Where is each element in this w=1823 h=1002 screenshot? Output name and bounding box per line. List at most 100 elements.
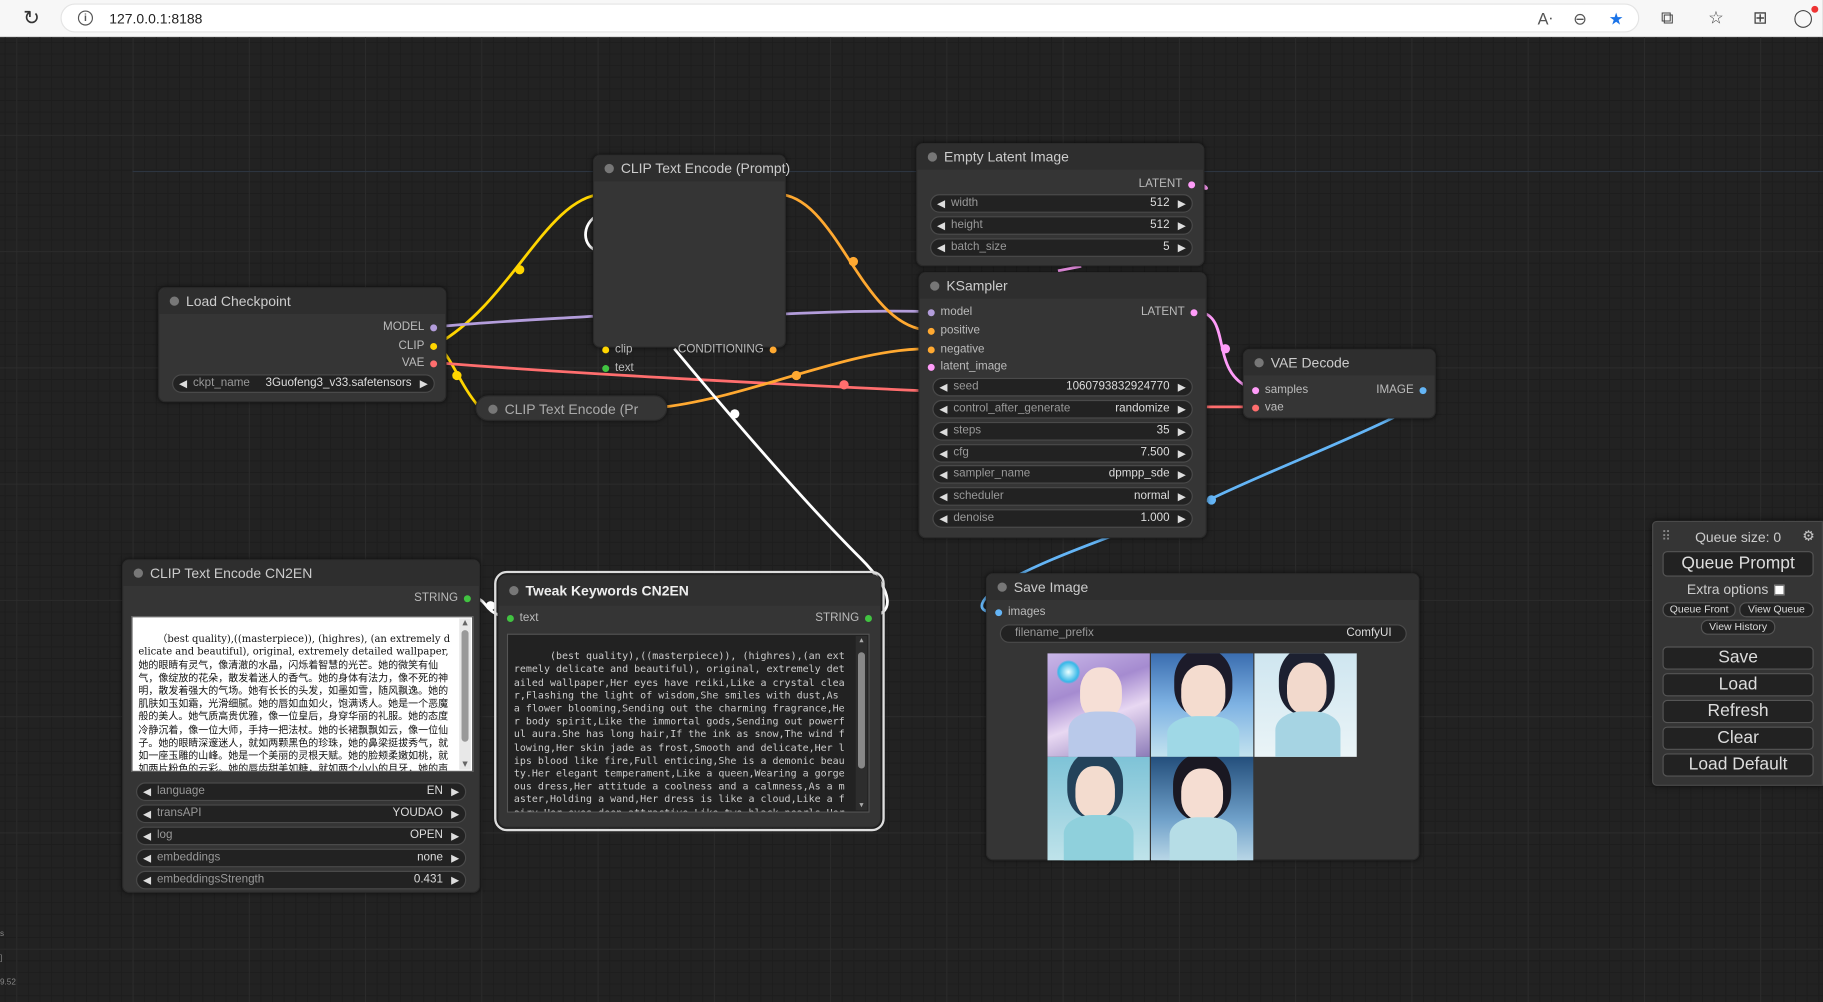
- prompt-textarea[interactable]: （best quality),((masterpiece)), (highres…: [131, 616, 474, 772]
- extra-options-label: Extra options: [1686, 581, 1769, 598]
- widget-ckpt-name[interactable]: ◀ ckpt_name 3Guofeng3_v33.safetensors ▶: [172, 374, 435, 393]
- queue-size: Queue size: 0: [1695, 528, 1782, 546]
- node-load-checkpoint[interactable]: Load Checkpoint MODEL CLIP VAE ◀ ckpt_nam…: [158, 287, 447, 403]
- widget-seed[interactable]: ◀ seed 1060793832924770 ▶: [932, 377, 1193, 397]
- output-image-4[interactable]: [1047, 756, 1150, 861]
- browser-toolbar: ↻ i 127.0.0.1:8188 Aᐧ ⊖ ★ ⧉ ☆ ⊞ ◯: [0, 0, 1823, 38]
- favorite-star-icon[interactable]: ★: [1606, 8, 1627, 29]
- output-latent[interactable]: LATENT: [1139, 178, 1199, 192]
- input-latent-image[interactable]: latent_image: [924, 360, 1007, 374]
- input-text[interactable]: text: [599, 362, 634, 376]
- refresh-button[interactable]: Refresh: [1662, 699, 1814, 724]
- widget-embeddings-strength[interactable]: ◀ embeddingsStrength 0.431 ▶: [136, 870, 467, 890]
- save-button[interactable]: Save: [1662, 646, 1814, 670]
- node-empty-latent-image[interactable]: Empty Latent Image LATENT ◀ width 512 ▶ ◀ he…: [916, 142, 1205, 267]
- collapse-dot[interactable]: [509, 585, 519, 596]
- notification-dot: [1811, 5, 1819, 13]
- input-negative[interactable]: negative: [924, 343, 985, 357]
- tweak-textarea[interactable]: (best quality),((masterpiece)), (highres…: [506, 633, 870, 813]
- collapse-dot[interactable]: [997, 582, 1007, 592]
- input-model[interactable]: model: [924, 306, 972, 320]
- input-positive[interactable]: positive: [924, 324, 980, 338]
- load-default-button[interactable]: Load Default: [1662, 753, 1814, 777]
- widget-batch-size[interactable]: ◀ batch_size 5 ▶: [930, 238, 1193, 257]
- queue-front-button[interactable]: Queue Front: [1662, 602, 1736, 618]
- output-vae[interactable]: VAE: [402, 357, 441, 371]
- output-image-5[interactable]: [1150, 756, 1254, 861]
- node-title: CLIP Text Encode (Pr: [504, 401, 639, 418]
- collapse-dot[interactable]: [133, 568, 143, 578]
- stats-line-3: 9.52: [0, 978, 16, 988]
- output-conditioning[interactable]: CONDITIONING: [678, 343, 780, 357]
- view-queue-button[interactable]: View Queue: [1739, 602, 1814, 618]
- output-image-2[interactable]: [1150, 653, 1254, 757]
- output-image-3[interactable]: [1254, 653, 1357, 757]
- favorites-icon[interactable]: ☆: [1704, 7, 1727, 30]
- reload-icon[interactable]: ↻: [20, 7, 43, 30]
- collapse-dot[interactable]: [930, 281, 940, 291]
- collapse-dot[interactable]: [488, 404, 498, 414]
- widget-control-after-generate[interactable]: ◀ control_after_generate randomize ▶: [932, 399, 1193, 419]
- drag-handle-icon[interactable]: ⠿: [1661, 529, 1670, 544]
- gear-icon[interactable]: ⚙: [1802, 528, 1815, 544]
- textarea-scrollbar[interactable]: ▲ ▼: [459, 618, 471, 770]
- input-vae[interactable]: vae: [1249, 401, 1284, 415]
- node-title: Empty Latent Image: [944, 148, 1069, 166]
- output-image[interactable]: IMAGE: [1376, 384, 1430, 398]
- collections-icon[interactable]: ⊞: [1749, 7, 1772, 30]
- url-text[interactable]: 127.0.0.1:8188: [109, 10, 202, 26]
- address-bar[interactable]: i 127.0.0.1:8188 Aᐧ ⊖ ★: [60, 3, 1640, 33]
- node-clip-text-encode-cn2en[interactable]: CLIP Text Encode CN2EN STRING （best qual…: [122, 559, 481, 893]
- node-save-image[interactable]: Save Image images filename_prefix ComfyUI: [985, 573, 1420, 861]
- widget-log[interactable]: ◀ log OPEN ▶: [136, 826, 467, 846]
- input-clip[interactable]: clip: [599, 343, 632, 357]
- stats-line-1: s: [0, 930, 5, 939]
- widget-scheduler[interactable]: ◀ scheduler normal ▶: [932, 487, 1193, 506]
- widget-transapi[interactable]: ◀ transAPI YOUDAO ▶: [136, 804, 467, 824]
- widget-embeddings[interactable]: ◀ embeddings none ▶: [136, 848, 467, 868]
- collapse-dot[interactable]: [927, 152, 938, 162]
- output-clip[interactable]: CLIP: [398, 339, 440, 353]
- widget-cfg[interactable]: ◀ cfg 7.500 ▶: [932, 444, 1193, 463]
- input-text[interactable]: text: [503, 612, 538, 626]
- widget-sampler-name[interactable]: ◀ sampler_name dpmpp_sde ▶: [932, 465, 1193, 484]
- site-info-icon[interactable]: i: [77, 10, 94, 26]
- widget-language[interactable]: ◀ language EN ▶: [136, 782, 467, 802]
- extra-options-checkbox[interactable]: [1774, 584, 1785, 596]
- node-vae-decode[interactable]: VAE Decode samples vae IMAGE: [1242, 348, 1436, 419]
- widget-steps[interactable]: ◀ steps 35 ▶: [932, 422, 1193, 441]
- output-latent[interactable]: LATENT: [1141, 306, 1201, 320]
- textarea-scrollbar[interactable]: ▲ ▼: [855, 635, 868, 811]
- input-samples[interactable]: samples: [1249, 384, 1308, 398]
- node-tweak-keywords-cn2en[interactable]: Tweak Keywords CN2EN text STRING (best q…: [494, 570, 885, 832]
- zoom-out-icon[interactable]: ⊖: [1570, 8, 1591, 29]
- collapse-dot[interactable]: [604, 163, 614, 174]
- widget-filename-prefix[interactable]: filename_prefix ComfyUI: [999, 624, 1407, 643]
- load-button[interactable]: Load: [1662, 673, 1814, 697]
- collapse-dot[interactable]: [169, 296, 180, 306]
- queue-panel[interactable]: ⠿ Queue size: 0 ⚙ Queue Prompt Extra opt…: [1652, 520, 1823, 786]
- input-images[interactable]: images: [992, 606, 1045, 620]
- output-model[interactable]: MODEL: [383, 321, 441, 335]
- widget-height[interactable]: ◀ height 512 ▶: [930, 216, 1193, 235]
- node-title: Load Checkpoint: [186, 292, 291, 310]
- node-ksampler[interactable]: KSampler model positive negative latent_…: [918, 272, 1207, 539]
- output-image-1[interactable]: [1047, 653, 1150, 757]
- stats-line-2: ]: [0, 954, 3, 963]
- read-aloud-icon[interactable]: Aᐧ: [1535, 8, 1556, 29]
- node-title: VAE Decode: [1270, 354, 1350, 371]
- extensions-icon[interactable]: ⧉: [1656, 7, 1679, 30]
- node-clip-text-encode-prompt[interactable]: CLIP Text Encode (Prompt) clip text COND…: [592, 154, 790, 374]
- clear-button[interactable]: Clear: [1662, 726, 1814, 750]
- widget-denoise[interactable]: ◀ denoise 1.000 ▶: [932, 509, 1193, 528]
- queue-prompt-button[interactable]: Queue Prompt: [1662, 551, 1814, 577]
- collapse-dot[interactable]: [1254, 358, 1264, 368]
- node-title: Tweak Keywords CN2EN: [525, 582, 689, 599]
- view-history-button[interactable]: View History: [1700, 619, 1776, 635]
- output-string[interactable]: STRING: [414, 592, 474, 606]
- widget-width[interactable]: ◀ width 512 ▶: [930, 194, 1193, 213]
- output-string[interactable]: STRING: [815, 612, 875, 626]
- node-clip-text-encode-collapsed[interactable]: CLIP Text Encode (Pr: [475, 395, 668, 421]
- node-title: KSampler: [946, 277, 1008, 295]
- node-title: CLIP Text Encode (Prompt): [620, 160, 791, 177]
